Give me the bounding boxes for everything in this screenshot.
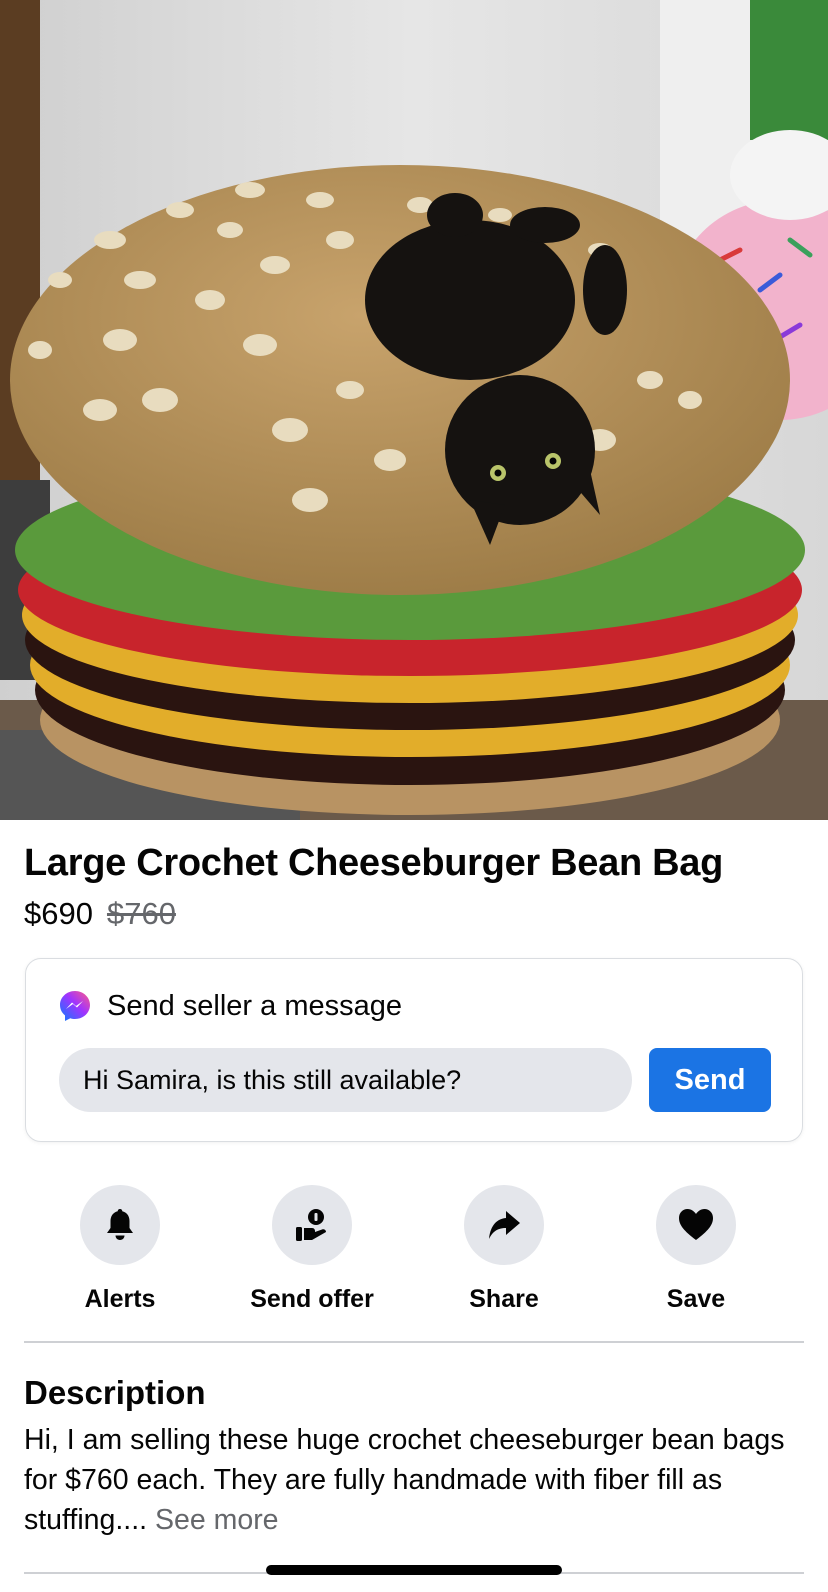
alerts-label: Alerts	[84, 1285, 156, 1313]
send-offer-label: Send offer	[250, 1285, 374, 1313]
message-card-heading: Send seller a message	[107, 989, 402, 1022]
divider	[24, 1341, 804, 1343]
action-bar: Alerts Send offer Share Save	[0, 1185, 828, 1315]
share-button[interactable]: Share	[414, 1185, 594, 1315]
listing-title: Large Crochet Cheeseburger Bean Bag	[24, 842, 724, 884]
home-indicator[interactable]	[266, 1565, 562, 1575]
alerts-button[interactable]: Alerts	[30, 1185, 210, 1315]
message-input[interactable]: Hi Samira, is this still available?	[59, 1048, 632, 1112]
description-heading: Description	[24, 1374, 206, 1411]
share-arrow-icon	[489, 1211, 520, 1239]
save-button[interactable]: Save	[606, 1185, 786, 1315]
message-card-header: Send seller a message	[58, 989, 402, 1023]
share-label: Share	[469, 1285, 539, 1313]
send-button[interactable]: Send	[649, 1048, 771, 1112]
description-text: Hi, I am selling these huge crochet chee…	[24, 1420, 809, 1540]
messenger-icon	[60, 991, 90, 1021]
heart-icon	[679, 1209, 713, 1240]
price-row: $690 $760	[24, 896, 176, 932]
save-circle	[656, 1185, 736, 1265]
save-label: Save	[666, 1285, 726, 1313]
message-seller-card: Send seller a message Hi Samira, is this…	[25, 958, 803, 1142]
see-more-link[interactable]: See more	[155, 1504, 279, 1536]
send-offer-circle	[272, 1185, 352, 1265]
listing-photo[interactable]	[0, 0, 828, 820]
share-circle	[464, 1185, 544, 1265]
current-price: $690	[24, 896, 93, 931]
send-offer-button[interactable]: Send offer	[222, 1185, 402, 1315]
bell-icon	[107, 1209, 133, 1240]
offer-icon	[296, 1209, 326, 1241]
alerts-circle	[80, 1185, 160, 1265]
description-body: Hi, I am selling these huge crochet chee…	[24, 1424, 785, 1536]
original-price: $760	[106, 896, 176, 931]
